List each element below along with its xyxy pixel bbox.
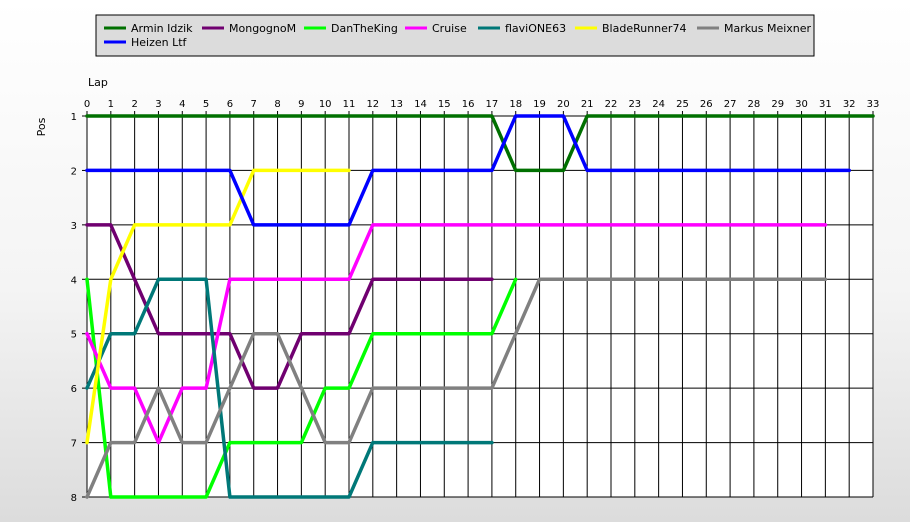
x-tick-label: 7 bbox=[251, 99, 257, 110]
legend-label: Heizen Ltf bbox=[131, 36, 188, 49]
x-tick-label: 20 bbox=[557, 99, 570, 110]
x-tick-label: 29 bbox=[771, 99, 784, 110]
x-tick-label: 24 bbox=[652, 99, 665, 110]
x-tick-label: 18 bbox=[509, 99, 522, 110]
x-tick-label: 25 bbox=[676, 99, 689, 110]
x-tick-label: 19 bbox=[533, 99, 546, 110]
x-tick-label: 26 bbox=[700, 99, 713, 110]
x-tick-label: 27 bbox=[724, 99, 737, 110]
x-tick-label: 28 bbox=[748, 99, 761, 110]
legend: Armin Idzik MongognoM DanTheKing Cruise flav… bbox=[95, 14, 815, 57]
race-position-chart: Armin Idzik MongognoM DanTheKing Cruise flav… bbox=[35, 14, 880, 504]
legend-label: MongognoM bbox=[229, 22, 296, 35]
y-tick-label: 6 bbox=[71, 384, 77, 395]
x-tick-label: 4 bbox=[179, 99, 185, 110]
x-tick-label: 16 bbox=[462, 99, 475, 110]
y-tick-label: 8 bbox=[71, 493, 77, 504]
x-tick-label: 30 bbox=[795, 99, 808, 110]
x-tick-label: 10 bbox=[319, 99, 332, 110]
x-tick-label: 15 bbox=[438, 99, 451, 110]
y-tick-label: 2 bbox=[71, 166, 77, 177]
legend-label: BladeRunner74 bbox=[602, 22, 686, 35]
x-tick-label: 13 bbox=[390, 99, 403, 110]
x-tick-label: 12 bbox=[366, 99, 379, 110]
y-tick-label: 1 bbox=[71, 112, 77, 123]
legend-label: DanTheKing bbox=[331, 22, 398, 35]
y-tick-label: 7 bbox=[71, 439, 77, 450]
x-tick-label: 33 bbox=[867, 99, 880, 110]
x-tick-label: 14 bbox=[414, 99, 427, 110]
x-tick-label: 8 bbox=[274, 99, 280, 110]
x-tick-label: 32 bbox=[843, 99, 856, 110]
y-tick-label: 4 bbox=[71, 275, 77, 286]
x-tick-label: 9 bbox=[298, 99, 304, 110]
legend-label: flaviONE63 bbox=[505, 22, 566, 35]
x-tick-label: 1 bbox=[108, 99, 114, 110]
x-tick-label: 5 bbox=[203, 99, 209, 110]
legend-label: Cruise bbox=[432, 22, 467, 35]
legend-label: Armin Idzik bbox=[131, 22, 193, 35]
x-tick-label: 17 bbox=[486, 99, 499, 110]
x-tick-label: 21 bbox=[581, 99, 594, 110]
x-tick-label: 3 bbox=[155, 99, 161, 110]
x-tick-label: 11 bbox=[343, 99, 356, 110]
legend-label: Markus Meixner bbox=[724, 22, 812, 35]
x-tick-label: 22 bbox=[605, 99, 618, 110]
x-tick-label: 31 bbox=[819, 99, 832, 110]
y-tick-label: 5 bbox=[71, 330, 77, 341]
x-tick-label: 23 bbox=[628, 99, 641, 110]
x-axis-title: Lap bbox=[88, 76, 108, 89]
y-axis-title: Pos bbox=[35, 117, 48, 136]
x-tick-label: 2 bbox=[131, 99, 137, 110]
plot-area: 0 1 2 3 4 5 6 7 8 9 10 11 12 13 14 15 16 17 18 19 20 21 22 23 24… bbox=[71, 99, 880, 504]
x-tick-label: 0 bbox=[84, 99, 90, 110]
y-tick-label: 3 bbox=[71, 221, 77, 232]
x-tick-label: 6 bbox=[227, 99, 233, 110]
plot-background bbox=[87, 116, 873, 497]
